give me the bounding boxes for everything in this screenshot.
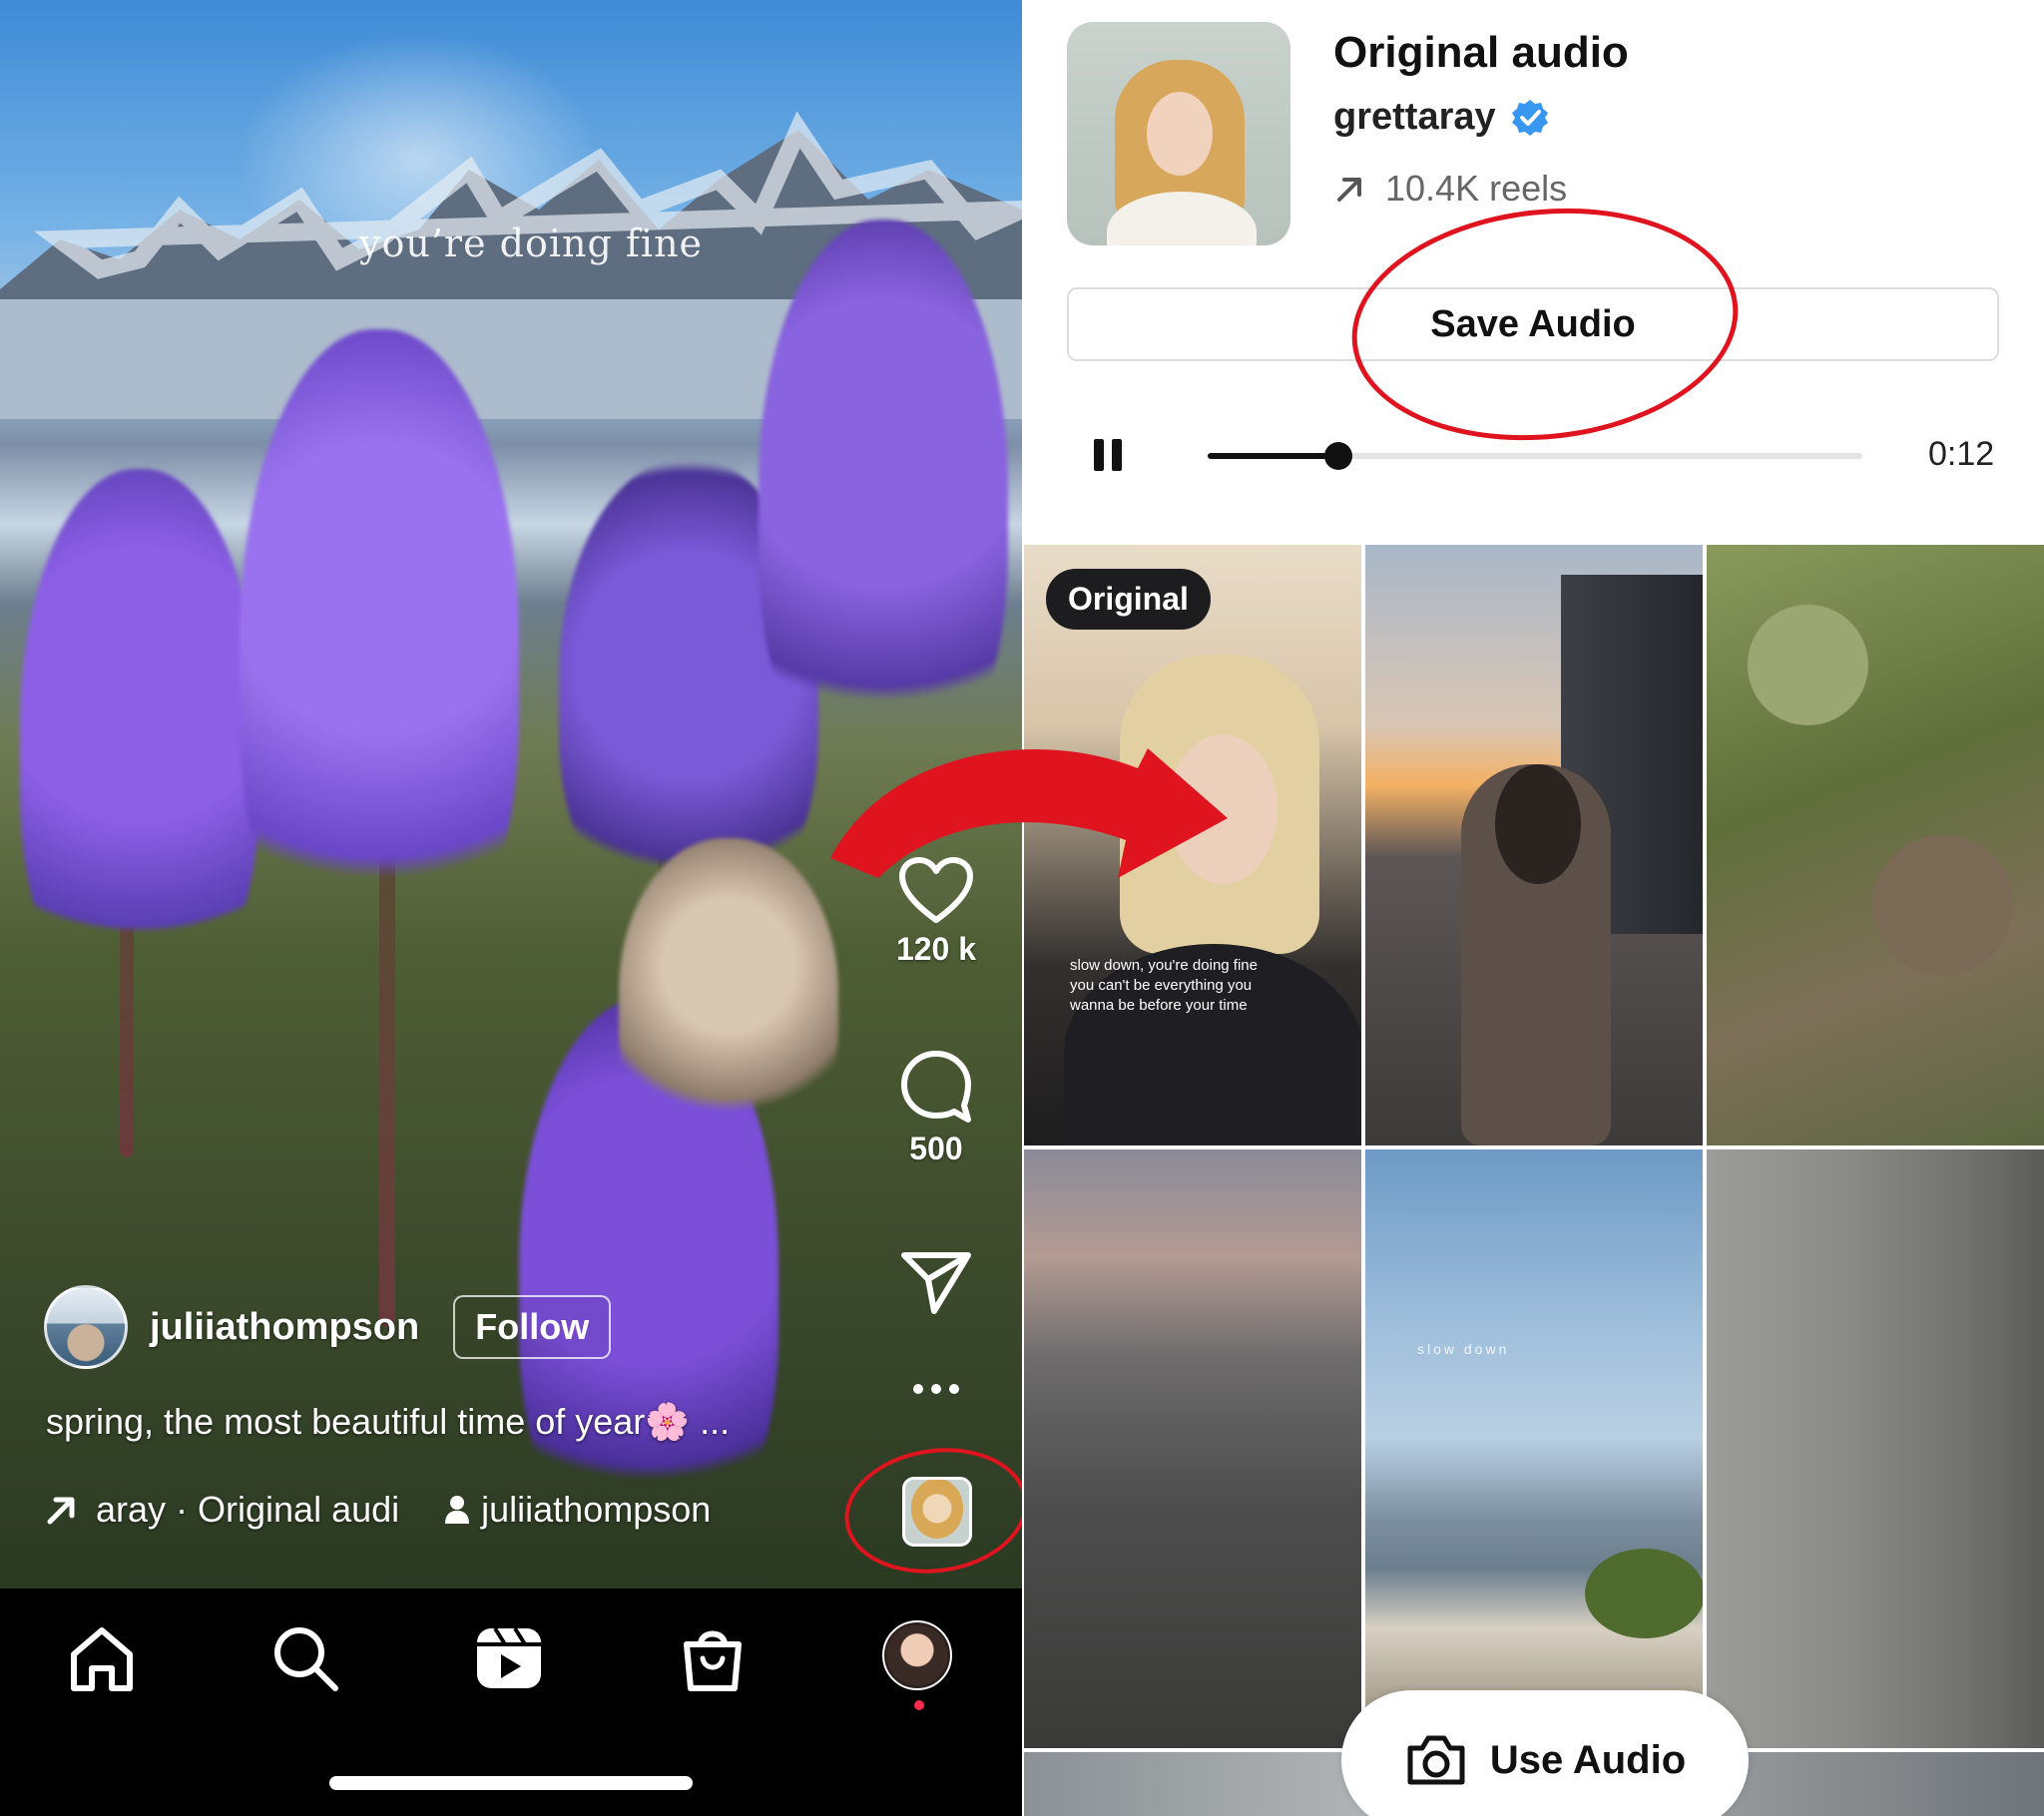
comment-icon[interactable] — [898, 1048, 974, 1124]
lupine-flower — [20, 469, 259, 1008]
pause-icon[interactable] — [1088, 435, 1128, 475]
annotation-arrow — [830, 748, 1228, 878]
camera-icon — [1407, 1735, 1465, 1785]
bottom-tab-bar — [0, 1589, 1022, 1816]
search-icon[interactable] — [265, 1618, 345, 1698]
send-icon[interactable] — [900, 1249, 972, 1315]
reel-caption[interactable]: spring, the most beautiful time of year🌸… — [46, 1401, 730, 1443]
trending-arrow-icon — [1337, 178, 1361, 202]
thumbnail-caption: slow down, you're doing fine you can't b… — [1070, 957, 1258, 1014]
scrubber-progress — [1208, 453, 1339, 459]
comment-count: 500 — [909, 1131, 963, 1166]
person-icon — [445, 1496, 470, 1524]
lupine-flower — [759, 220, 1008, 778]
notification-dot — [914, 1700, 924, 1710]
reel-screen: you’re doing fine 120 k 500 juliiathomps… — [0, 0, 1022, 1816]
like-count: 120 k — [895, 931, 977, 967]
tagged-user[interactable]: juliiathompson — [481, 1489, 711, 1531]
save-audio-button[interactable]: Save Audio — [1067, 287, 1999, 361]
reel-thumbnail[interactable] — [1707, 545, 2044, 1145]
reels-count-row[interactable]: 10.4K reels — [1333, 168, 1567, 210]
trending-arrow-icon — [47, 1497, 75, 1525]
home-icon[interactable] — [62, 1618, 142, 1698]
reel-author-row: juliiathompson Follow — [44, 1285, 612, 1369]
reel-thumbnail[interactable]: slow down — [1365, 1149, 1703, 1748]
original-badge: Original — [1046, 569, 1211, 630]
profile-avatar[interactable] — [882, 1620, 952, 1690]
lupine-flower — [619, 838, 838, 1157]
thumbnail-caption: slow down — [1417, 1341, 1510, 1357]
more-options-icon[interactable] — [906, 1379, 966, 1399]
follow-button[interactable]: Follow — [453, 1295, 612, 1359]
verified-badge-icon — [1511, 99, 1548, 136]
author-username[interactable]: juliiathompson — [150, 1306, 419, 1349]
audio-time: 0:12 — [1928, 435, 1995, 473]
author-avatar[interactable] — [44, 1285, 128, 1369]
comment-action[interactable]: 500 — [886, 1048, 986, 1167]
reel-audio-row: aray · Original audi juliiathompson — [44, 1489, 711, 1531]
reel-thumbnail[interactable] — [1024, 1149, 1361, 1748]
artist-row[interactable]: grettaray — [1333, 96, 1550, 139]
reels-count: 10.4K reels — [1385, 168, 1568, 209]
audio-scrubber[interactable] — [1208, 442, 1862, 470]
reels-icon[interactable] — [469, 1618, 549, 1698]
lupine-flower — [240, 329, 519, 978]
home-indicator — [329, 1776, 693, 1790]
audio-page: Original audio grettaray 10.4K reels Sav… — [1022, 0, 2044, 1816]
reel-thumbnail[interactable] — [1365, 545, 1703, 1145]
reel-thumbnail[interactable] — [1707, 1149, 2044, 1748]
shop-icon[interactable] — [673, 1618, 753, 1698]
audio-title: Original audio — [1333, 28, 1629, 77]
scrubber-handle[interactable] — [1324, 442, 1353, 470]
audio-cover-art — [1067, 22, 1290, 245]
share-action[interactable] — [886, 1249, 986, 1320]
use-audio-label: Use Audio — [1489, 1737, 1687, 1782]
more-action[interactable] — [886, 1379, 986, 1404]
reel-audio-link[interactable]: aray · Original audi — [96, 1489, 399, 1531]
reel-overlay-text: you’re doing fine — [359, 222, 704, 265]
artist-name[interactable]: grettaray — [1333, 96, 1496, 139]
use-audio-button[interactable]: Use Audio — [1341, 1690, 1749, 1816]
